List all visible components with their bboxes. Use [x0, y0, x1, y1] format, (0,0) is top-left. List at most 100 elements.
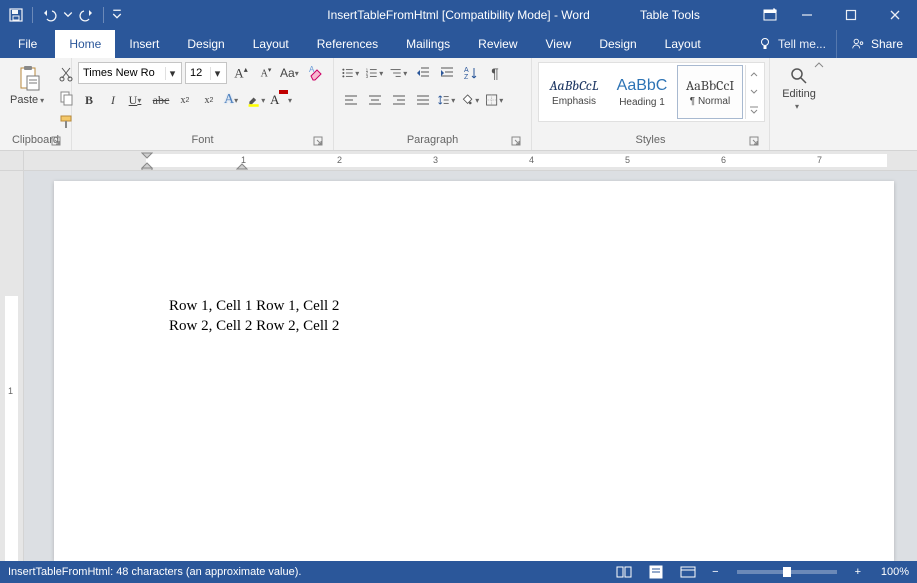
chevron-down-icon[interactable]: ▾: [210, 67, 224, 80]
style-emphasis[interactable]: AaBbCcL Emphasis: [541, 65, 607, 119]
font-size-input[interactable]: [186, 63, 210, 83]
font-name-input[interactable]: [79, 63, 165, 83]
zoom-out-button[interactable]: −: [708, 566, 722, 578]
ruler-tick: 4: [529, 155, 534, 165]
decrease-indent-button[interactable]: [412, 62, 434, 84]
ruler-tick: 5: [625, 155, 630, 165]
paste-button[interactable]: Paste▾: [6, 62, 52, 108]
style-preview: AaBbCcL: [549, 77, 598, 94]
read-mode-icon: [616, 565, 632, 579]
change-case-button[interactable]: Aa▾: [280, 62, 302, 84]
save-icon[interactable]: [8, 7, 24, 23]
font-size-combo[interactable]: ▾: [185, 62, 227, 84]
strikethrough-button[interactable]: abc: [150, 89, 172, 111]
superscript-button[interactable]: x2: [198, 89, 220, 111]
align-center-button[interactable]: [364, 89, 386, 111]
redo-icon[interactable]: [79, 7, 95, 23]
maximize-button[interactable]: [829, 0, 873, 30]
tab-mailings[interactable]: Mailings: [392, 30, 464, 58]
style-name: Heading 1: [619, 97, 665, 108]
tab-table-layout[interactable]: Layout: [651, 30, 715, 58]
multilevel-icon: [388, 64, 403, 82]
zoom-in-button[interactable]: +: [851, 566, 865, 578]
clear-formatting-button[interactable]: A: [305, 62, 327, 84]
document-line[interactable]: Row 2, Cell 2 Row 2, Cell 2: [169, 316, 894, 336]
horizontal-ruler[interactable]: 1 2 3 4 5 6 7: [0, 151, 917, 171]
ruler-tick: 2: [337, 155, 342, 165]
dialog-launcher-icon[interactable]: [313, 136, 325, 148]
tab-table-design[interactable]: Design: [585, 30, 650, 58]
justify-button[interactable]: [412, 89, 434, 111]
numbering-button[interactable]: 123▾: [364, 62, 386, 84]
tab-review[interactable]: Review: [464, 30, 531, 58]
ruler-tick: 1: [8, 386, 13, 396]
qat-customize-icon[interactable]: [112, 7, 122, 23]
dialog-launcher-icon[interactable]: [51, 136, 63, 148]
multilevel-list-button[interactable]: ▾: [388, 62, 410, 84]
group-styles: AaBbCcL Emphasis AaBbC Heading 1 AaBbCcI…: [532, 58, 770, 150]
gallery-more[interactable]: [746, 101, 762, 119]
align-right-button[interactable]: [388, 89, 410, 111]
sort-button[interactable]: AZ: [460, 62, 482, 84]
minimize-button[interactable]: [785, 0, 829, 30]
tell-me-search[interactable]: Tell me...: [748, 30, 836, 58]
tab-view[interactable]: View: [532, 30, 586, 58]
style-preview: AaBbCcI: [686, 77, 734, 94]
ribbon-display-icon[interactable]: [755, 0, 785, 30]
tab-design[interactable]: Design: [173, 30, 238, 58]
chevron-down-icon[interactable]: ▾: [165, 67, 179, 80]
bullets-button[interactable]: ▾: [340, 62, 362, 84]
close-button[interactable]: [873, 0, 917, 30]
gallery-scroll-down[interactable]: [746, 83, 762, 101]
grow-font-button[interactable]: A▴: [230, 62, 252, 84]
text-effects-button[interactable]: A▾: [222, 89, 244, 111]
print-layout-icon: [648, 565, 664, 579]
page[interactable]: Row 1, Cell 1 Row 1, Cell 2 Row 2, Cell …: [54, 181, 894, 561]
font-color-button[interactable]: A▾: [270, 89, 292, 111]
zoom-thumb[interactable]: [783, 567, 791, 577]
font-name-combo[interactable]: ▾: [78, 62, 182, 84]
outdent-icon: [414, 64, 432, 82]
share-button[interactable]: Share: [836, 30, 917, 58]
style-name: Emphasis: [552, 96, 596, 107]
undo-dropdown-icon[interactable]: [63, 7, 73, 23]
dialog-launcher-icon[interactable]: [511, 136, 523, 148]
increase-indent-button[interactable]: [436, 62, 458, 84]
sort-icon: AZ: [462, 64, 480, 82]
vertical-ruler[interactable]: 1: [0, 171, 24, 561]
tab-references[interactable]: References: [303, 30, 392, 58]
shading-button[interactable]: ▾: [460, 89, 482, 111]
indent-marker-icon[interactable]: [236, 161, 248, 170]
tab-insert[interactable]: Insert: [115, 30, 173, 58]
show-marks-button[interactable]: ¶: [484, 62, 506, 84]
styles-gallery: AaBbCcL Emphasis AaBbC Heading 1 AaBbCcI…: [538, 62, 765, 122]
tab-file[interactable]: File: [0, 30, 55, 58]
underline-button[interactable]: U▾: [126, 89, 148, 111]
line-spacing-button[interactable]: ▾: [436, 89, 458, 111]
gallery-scroll-up[interactable]: [746, 65, 762, 83]
dialog-launcher-icon[interactable]: [749, 136, 761, 148]
tab-layout[interactable]: Layout: [239, 30, 303, 58]
document-line[interactable]: Row 1, Cell 1 Row 1, Cell 2: [169, 296, 894, 316]
style-normal[interactable]: AaBbCcI ¶ Normal: [677, 65, 743, 119]
tab-home[interactable]: Home: [55, 30, 115, 58]
lightbulb-icon: [758, 37, 772, 51]
shrink-font-button[interactable]: A▾: [255, 62, 277, 84]
subscript-button[interactable]: x2: [174, 89, 196, 111]
indent-marker-icon[interactable]: [141, 152, 153, 170]
undo-icon[interactable]: [41, 7, 57, 23]
group-label-paragraph: Paragraph: [407, 134, 458, 146]
ruler-tick: 3: [433, 155, 438, 165]
zoom-slider[interactable]: [737, 570, 837, 574]
collapse-ribbon-icon[interactable]: [814, 60, 824, 70]
style-heading1[interactable]: AaBbC Heading 1: [609, 65, 675, 119]
highlight-button[interactable]: ▾: [246, 89, 268, 111]
italic-button[interactable]: I: [102, 89, 124, 111]
line-spacing-icon: [436, 91, 451, 109]
eraser-icon: A: [307, 64, 325, 82]
svg-text:3: 3: [366, 74, 369, 79]
zoom-level[interactable]: 100%: [873, 566, 909, 578]
bold-button[interactable]: B: [78, 89, 100, 111]
align-left-button[interactable]: [340, 89, 362, 111]
borders-button[interactable]: ▾: [484, 89, 506, 111]
